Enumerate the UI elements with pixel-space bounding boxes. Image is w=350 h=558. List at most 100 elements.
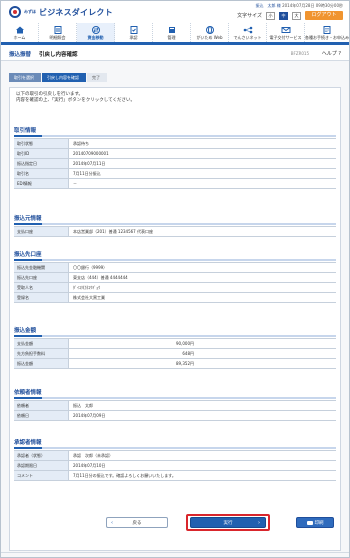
table-row: 振込先口座 東支店（444）普通 4444444 (14, 273, 336, 283)
row-value: － (73, 181, 77, 186)
row-label: 先方負担手数料 (14, 349, 69, 358)
nav-gaitame[interactable]: がいため Web (191, 23, 229, 42)
table-row: 支払金額 90,000円 (14, 339, 336, 349)
row-label: 振込金額 (14, 359, 69, 368)
nav-e-delivery[interactable]: 電子交付サービス (267, 23, 305, 42)
chevron-left-icon: ‹ (111, 520, 113, 526)
table-row: 支払口座 本店営業部（201）普通 1234567 代表口座 (14, 227, 336, 237)
global-nav: ホーム 明細照会 資金移動 承認 管理 がいため Web でんさいネット 電子交… (1, 23, 349, 45)
footer-divider (1, 552, 349, 553)
destination-table: 振込先金融機関 〇〇銀行（9999） 振込先口座 東支店（444）普通 444444… (14, 262, 336, 303)
row-label: 支払口座 (14, 227, 69, 236)
row-value: 89,352円 (176, 361, 194, 366)
execute-button[interactable]: 実行 › (190, 517, 266, 528)
intro-line-2: 内容を確認の上、「実行」ボタンをクリックしてください。 (16, 98, 135, 103)
printer-icon (306, 520, 313, 525)
row-value: 7月11日分の振込です。確認よろしくお願いいたします。 (73, 473, 176, 478)
nav-label: でんさいネット (233, 34, 262, 40)
nav-transfer[interactable]: 資金移動 (77, 23, 115, 42)
step-complete: 完了 (87, 73, 107, 82)
logo: みずほ ビジネスダイレクト (9, 6, 113, 18)
execute-highlight: 実行 › (186, 514, 270, 531)
row-label: 登録名 (14, 293, 69, 302)
section-title-source: 振込元情報 (14, 216, 42, 222)
logout-button[interactable]: ログアウト (305, 11, 343, 20)
step-confirm: 引戻し内容を確認 (42, 73, 86, 82)
table-row: 振込指定日 2014年07月11日 (14, 159, 336, 169)
row-value: 7月11日分振込 (73, 171, 101, 176)
last-login: 2014年07月28日 09時30分00秒 (282, 3, 343, 8)
nav-label: 管理 (167, 34, 176, 40)
section-rule (14, 223, 336, 225)
print-button-label: 印刷 (314, 521, 324, 526)
table-row: 承認期限日 2014年07月10日 (14, 461, 336, 471)
nav-home[interactable]: ホーム (1, 23, 39, 42)
row-value: 振込 太郎 (73, 403, 93, 408)
nav-procedures[interactable]: 各種お手続き・お申込み (305, 23, 349, 42)
nav-admin[interactable]: 管理 (153, 23, 191, 42)
table-row: 承認者（状態） 承認 次郎（未承認） (14, 451, 336, 461)
top-header: みずほ ビジネスダイレクト 振込 太郎 様 2014年07月28日 09時30分… (1, 1, 349, 23)
row-label: 取引状態 (14, 139, 69, 148)
form-icon (323, 25, 331, 34)
requester-table: 依頼者 振込 太郎 依頼日 2014年07月09日 (14, 400, 336, 421)
font-size-medium-button[interactable]: 中 (279, 11, 288, 20)
table-row: 依頼者 振込 太郎 (14, 401, 336, 411)
row-value: 承認待ち (73, 141, 89, 146)
row-label: 承認者（状態） (14, 451, 69, 460)
home-icon (15, 26, 24, 33)
back-button[interactable]: ‹ 戻る (106, 517, 168, 528)
table-row: 取引名 7月11日分振込 (14, 169, 336, 179)
network-icon (243, 26, 252, 33)
section-rule (14, 447, 336, 449)
app-frame: みずほ ビジネスダイレクト 振込 太郎 様 2014年07月28日 09時30分… (0, 0, 350, 558)
section-title-requester: 依頼者情報 (14, 390, 42, 396)
section-title-amount: 振込金額 (14, 328, 37, 334)
row-value: 株式会社大黒工業 (73, 295, 105, 300)
amount-table: 支払金額 90,000円 先方負担手数料 648円 振込金額 89,352円 (14, 338, 336, 369)
help-link[interactable]: ヘルプ ? (322, 50, 341, 57)
section-rule (14, 335, 336, 337)
row-value: 東支店（444）普通 4444444 (73, 275, 128, 280)
nav-densai[interactable]: でんさいネット (229, 23, 267, 42)
font-size-large-button[interactable]: 大 (292, 11, 301, 20)
table-row: 取引ID 20140709000001 (14, 149, 336, 159)
table-row: 振込先金融機関 〇〇銀行（9999） (14, 263, 336, 273)
logo-small-text: みずほ (24, 9, 36, 14)
header-tools: 文字サイズ 小 中 大 ログアウト (237, 11, 343, 20)
document-icon (54, 25, 61, 34)
row-label: 受取人名 (14, 283, 69, 292)
row-label: 依頼日 (14, 411, 69, 420)
row-label: 取引ID (14, 149, 69, 158)
table-row: 振込金額 89,352円 (14, 359, 336, 369)
font-size-small-button[interactable]: 小 (266, 11, 275, 20)
nav-label: 明細照会 (49, 34, 66, 40)
nav-statements[interactable]: 明細照会 (39, 23, 77, 42)
row-label: 振込先口座 (14, 273, 69, 282)
print-button[interactable]: 印刷 (296, 517, 334, 528)
step-select: 取引を選択 (9, 73, 41, 82)
row-value: 648円 (182, 351, 194, 356)
nav-label: 電子交付サービス (269, 34, 302, 40)
mail-icon (281, 26, 290, 33)
table-row: コメント 7月11日分の振込です。確認よろしくお願いいたします。 (14, 471, 336, 481)
step-indicator: 取引を選択 引戻し内容を確認 完了 (9, 73, 108, 82)
row-label: 取引名 (14, 169, 69, 178)
row-label: EDI情報 (14, 179, 69, 188)
nav-label: がいため Web (196, 34, 223, 40)
row-value: 2014年07月10日 (73, 463, 106, 468)
nav-approve[interactable]: 承認 (115, 23, 153, 42)
row-value: 〇〇銀行（9999） (73, 265, 108, 270)
approver-table: 承認者（状態） 承認 次郎（未承認） 承認期限日 2014年07月10日 コメント 7… (14, 450, 336, 481)
row-label: コメント (14, 471, 69, 480)
row-label: 振込先金融機関 (14, 263, 69, 272)
row-value: ﾀﾞｲｺｸ(ｶ)ｺｳｷﾞｮｳ (73, 285, 101, 290)
table-row: 依頼日 2014年07月09日 (14, 411, 336, 421)
row-value: 承認 次郎（未承認） (73, 453, 113, 458)
logo-text: ビジネスダイレクト (39, 7, 113, 17)
row-value: 90,000円 (176, 341, 194, 346)
nav-label: 各種お手続き・お申込み (305, 34, 349, 40)
transfer-icon (91, 25, 100, 34)
row-value: 2014年07月09日 (73, 413, 106, 418)
table-row: 受取人名 ﾀﾞｲｺｸ(ｶ)ｺｳｷﾞｮｳ (14, 283, 336, 293)
